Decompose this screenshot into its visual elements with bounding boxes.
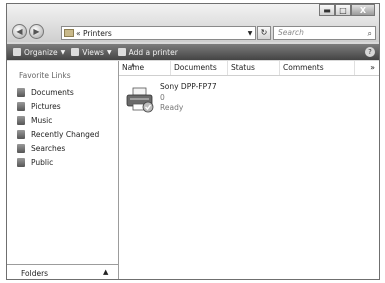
add-printer-label: Add a printer bbox=[128, 47, 178, 57]
minimize-button[interactable]: ▬ bbox=[319, 4, 335, 16]
add-printer-button[interactable]: Add a printer bbox=[117, 47, 178, 57]
sidebar-item-music[interactable]: Music bbox=[17, 113, 99, 127]
window-controls: ▬ □ X bbox=[319, 4, 375, 17]
close-button[interactable]: X bbox=[351, 4, 375, 16]
address-path: « Printers bbox=[76, 28, 112, 38]
organize-label: Organize bbox=[24, 47, 58, 57]
folders-label: Folders bbox=[21, 269, 49, 278]
printer-status: Ready bbox=[160, 103, 184, 112]
command-bar: Organize ▼ Views ▼ Add a printer ? bbox=[7, 44, 379, 60]
sidebar-item-recently-changed[interactable]: Recently Changed bbox=[17, 127, 99, 141]
documents-icon bbox=[17, 87, 25, 97]
favorite-links-list: Documents Pictures Music Recently Change… bbox=[17, 85, 99, 169]
sidebar-item-pictures[interactable]: Pictures bbox=[17, 99, 99, 113]
folder-icon bbox=[64, 29, 74, 37]
title-bar: ▬ □ X ◀ ▶ « Printers ▼ ↻ Search ⌕ bbox=[7, 4, 379, 42]
back-button[interactable]: ◀ bbox=[12, 24, 27, 39]
sidebar-item-label: Music bbox=[31, 115, 53, 125]
music-icon bbox=[17, 115, 25, 125]
folders-toggle[interactable]: Folders ▲ bbox=[7, 264, 119, 279]
sidebar-item-public[interactable]: Public bbox=[17, 155, 99, 169]
searches-icon bbox=[17, 143, 25, 153]
search-icon[interactable]: ⌕ bbox=[368, 28, 372, 40]
printer-item[interactable]: Sony DPP-FP77 0 Ready bbox=[125, 81, 275, 117]
views-label: Views bbox=[82, 47, 104, 57]
views-icon bbox=[71, 48, 80, 56]
column-label: Documents bbox=[174, 63, 217, 72]
column-header-comments[interactable]: Comments bbox=[280, 61, 355, 75]
printer-icon bbox=[126, 87, 154, 113]
sidebar-item-documents[interactable]: Documents bbox=[17, 85, 99, 99]
column-header-row: ▲ Name Documents Status Comments » bbox=[119, 61, 379, 76]
column-header-documents[interactable]: Documents bbox=[171, 61, 228, 75]
maximize-button[interactable]: □ bbox=[335, 4, 351, 16]
chevron-up-icon: ▲ bbox=[103, 268, 109, 276]
chevron-down-icon: ▼ bbox=[106, 48, 112, 56]
chevron-down-icon[interactable]: ▼ bbox=[245, 30, 255, 37]
address-bar[interactable]: « Printers ▼ bbox=[61, 26, 256, 40]
column-label: Comments bbox=[283, 63, 324, 72]
column-header-name[interactable]: ▲ Name bbox=[119, 61, 171, 75]
sort-arrow-icon: ▲ bbox=[131, 62, 135, 68]
column-label: Status bbox=[231, 63, 255, 72]
explorer-window: ▬ □ X ◀ ▶ « Printers ▼ ↻ Search ⌕ Organi… bbox=[6, 3, 380, 280]
organize-button[interactable]: Organize ▼ bbox=[13, 48, 65, 57]
help-button[interactable]: ? bbox=[365, 47, 375, 57]
favorite-links-title: Favorite Links bbox=[19, 71, 71, 80]
printer-icon bbox=[117, 48, 126, 56]
printer-name: Sony DPP-FP77 bbox=[160, 82, 217, 91]
recent-icon bbox=[17, 129, 25, 139]
column-header-status[interactable]: Status bbox=[228, 61, 280, 75]
sidebar-item-searches[interactable]: Searches bbox=[17, 141, 99, 155]
organize-icon bbox=[13, 48, 21, 56]
search-input[interactable]: Search ⌕ bbox=[273, 26, 376, 40]
sidebar-item-label: Documents bbox=[31, 87, 74, 97]
public-icon bbox=[17, 157, 25, 167]
sidebar-item-label: Pictures bbox=[31, 101, 61, 111]
chevron-down-icon: ▼ bbox=[60, 48, 66, 56]
sidebar-item-label: Recently Changed bbox=[31, 129, 100, 139]
file-list-pane: ▲ Name Documents Status Comments » Sony … bbox=[119, 61, 379, 279]
printer-documents: 0 bbox=[160, 93, 165, 102]
navigation-pane: Favorite Links Documents Pictures Music … bbox=[7, 61, 119, 264]
forward-button[interactable]: ▶ bbox=[29, 24, 44, 39]
views-button[interactable]: Views ▼ bbox=[71, 47, 112, 57]
pictures-icon bbox=[17, 101, 25, 111]
sidebar-item-label: Public bbox=[31, 157, 54, 167]
search-placeholder: Search bbox=[278, 28, 304, 37]
more-columns-button[interactable]: » bbox=[370, 61, 375, 75]
sidebar-item-label: Searches bbox=[31, 143, 66, 153]
refresh-button[interactable]: ↻ bbox=[257, 26, 271, 40]
